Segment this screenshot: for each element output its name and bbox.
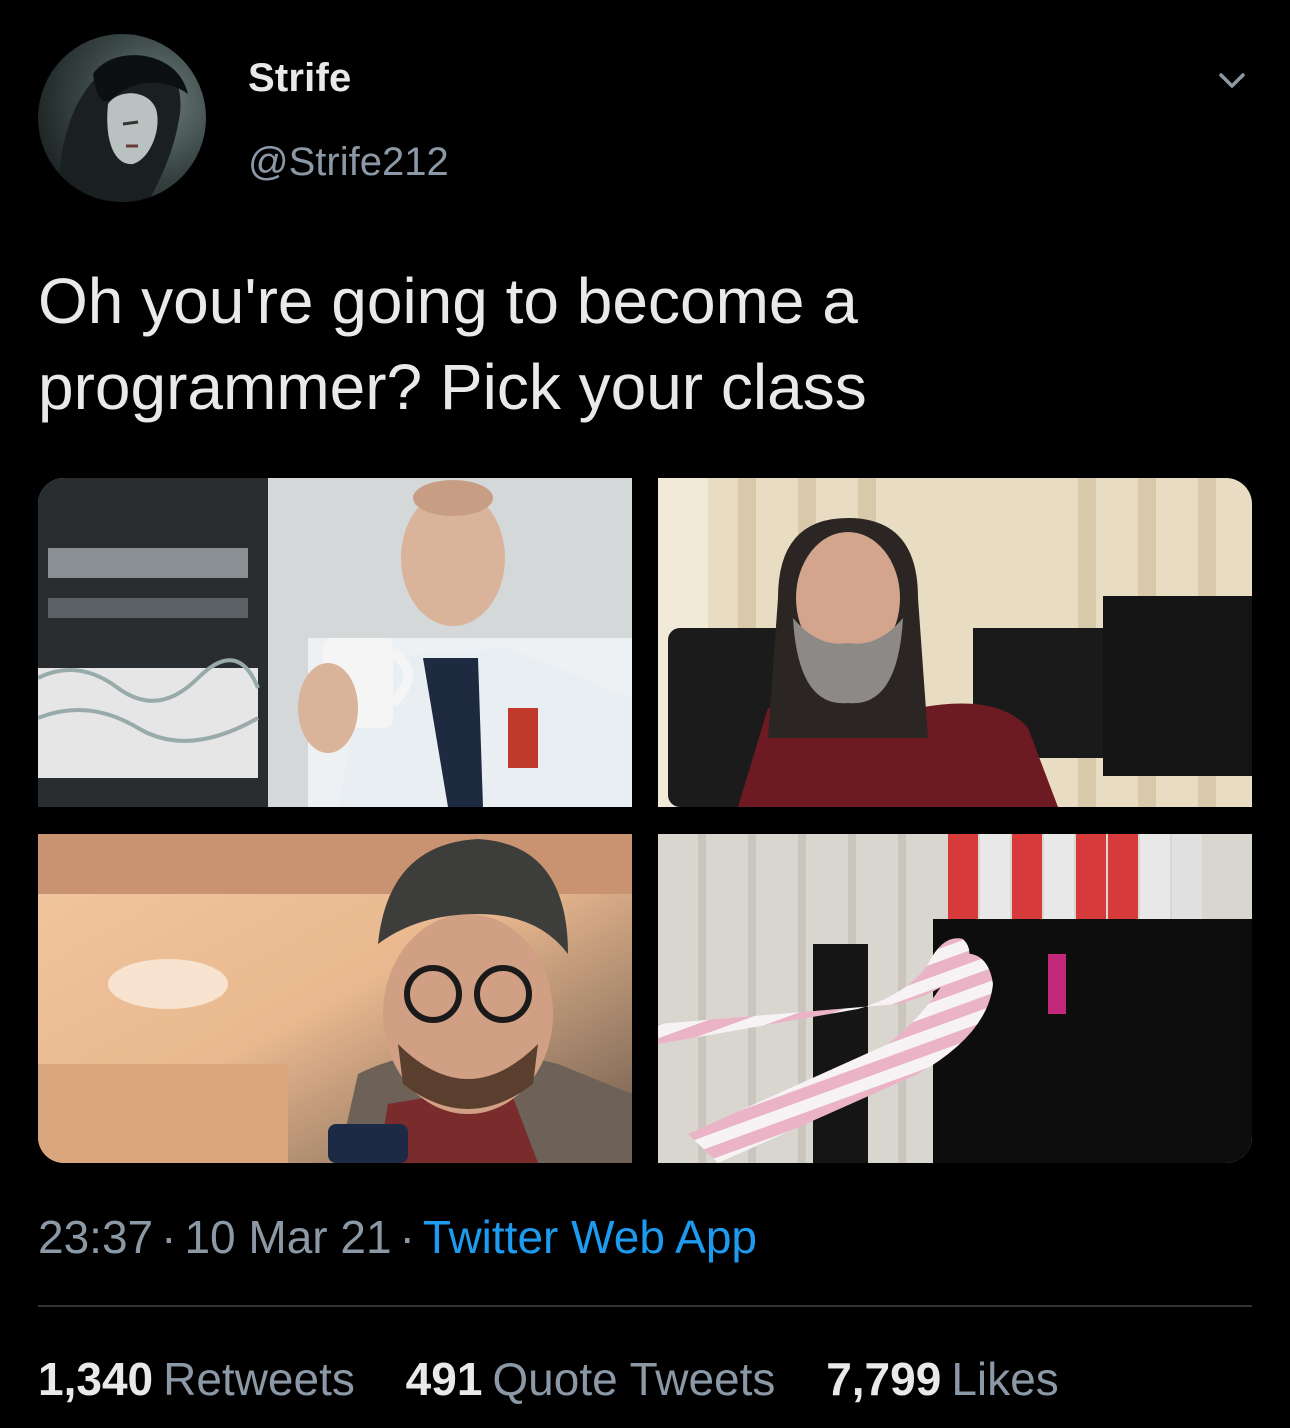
- retweets-stat[interactable]: 1,340 Retweets: [38, 1352, 355, 1406]
- quote-tweets-count: 491: [405, 1353, 483, 1405]
- author-handle[interactable]: @Strife212: [248, 140, 449, 185]
- likes-count: 7,799: [826, 1353, 942, 1405]
- retweets-label: Retweets: [163, 1353, 355, 1405]
- tweet-stats: 1,340 Retweets 491 Quote Tweets 7,799 Likes: [38, 1352, 1097, 1406]
- media-grid: [38, 478, 1252, 1163]
- photo-bearded-man[interactable]: [658, 478, 1252, 807]
- meta-separator: ·: [399, 1211, 415, 1263]
- chevron-down-icon[interactable]: [1216, 64, 1248, 96]
- divider: [38, 1305, 1252, 1307]
- quote-tweets-stat[interactable]: 491 Quote Tweets: [406, 1352, 776, 1406]
- photo-striped-socks-setup[interactable]: [658, 834, 1252, 1163]
- quote-tweets-label: Quote Tweets: [492, 1353, 776, 1405]
- tweet-time[interactable]: 23:37: [38, 1211, 153, 1263]
- author-name[interactable]: Strife: [248, 56, 351, 101]
- photo-office-coffee-guy[interactable]: [38, 478, 632, 807]
- tweet-text-line: Oh you're going to become a: [38, 265, 858, 337]
- photo-hipster-glasses[interactable]: [38, 834, 632, 1163]
- meta-separator: ·: [161, 1211, 177, 1263]
- avatar[interactable]: [38, 34, 206, 202]
- retweets-count: 1,340: [38, 1353, 154, 1405]
- tweet-date[interactable]: 10 Mar 21: [184, 1211, 391, 1263]
- tweet-meta: 23:37 · 10 Mar 21 · Twitter Web App: [38, 1210, 757, 1264]
- likes-label: Likes: [951, 1353, 1059, 1405]
- avatar-image: [58, 55, 188, 202]
- likes-stat[interactable]: 7,799 Likes: [826, 1352, 1059, 1406]
- tweet-text-line: programmer? Pick your class: [38, 351, 867, 423]
- tweet-text: Oh you're going to become a programmer? …: [38, 258, 1238, 430]
- tweet-header: Strife @Strife212: [38, 34, 1258, 204]
- tweet-source-link[interactable]: Twitter Web App: [423, 1211, 757, 1263]
